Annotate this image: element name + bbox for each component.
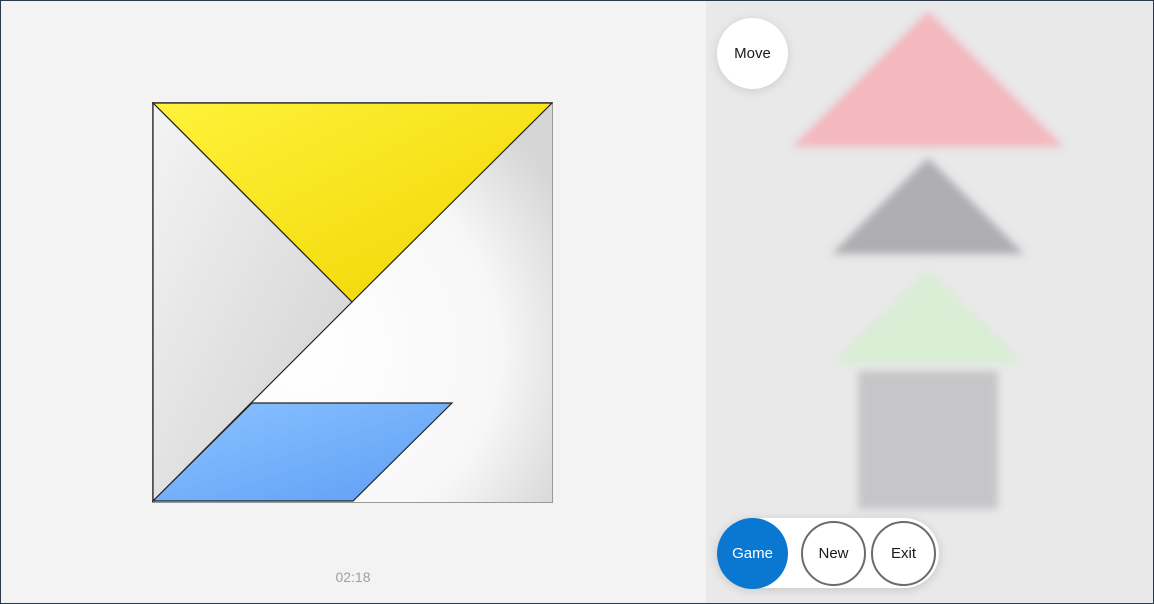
gray-square[interactable] [858, 371, 998, 509]
new-button[interactable]: New [801, 521, 866, 586]
game-button[interactable]: Game [717, 518, 788, 589]
tray-pieces-blurred [706, 1, 1153, 603]
move-button[interactable]: Move [717, 18, 788, 89]
gray-triangle[interactable] [832, 158, 1024, 254]
tray-canvas [792, 11, 1064, 509]
game-window: 02:18 Move Game New Exit [0, 0, 1154, 604]
piece-tray [706, 1, 1153, 603]
exit-button[interactable]: Exit [871, 521, 936, 586]
tangram-board [152, 102, 553, 503]
elapsed-timer: 02:18 [335, 569, 371, 585]
green-triangle[interactable] [832, 269, 1024, 363]
board-canvas [152, 102, 553, 503]
pink-triangle[interactable] [792, 11, 1064, 147]
